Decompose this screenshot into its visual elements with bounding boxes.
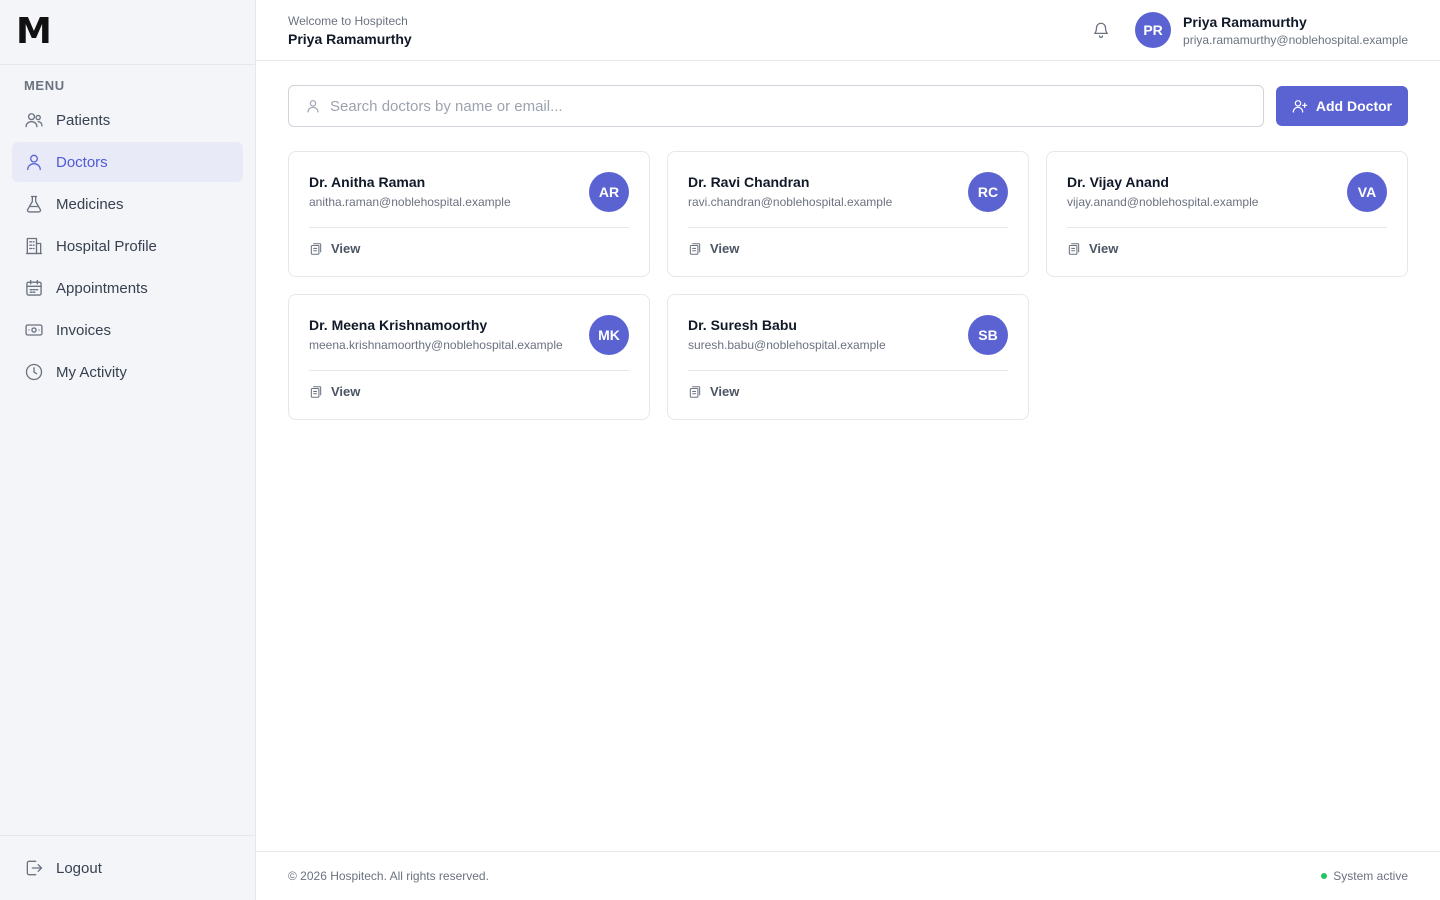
top-header: Welcome to Hospitech Priya Ramamurthy PR…	[256, 0, 1440, 61]
sidebar: M MENU Patients Doctors Medicines Hospit…	[0, 0, 256, 900]
sidebar-item-label: Hospital Profile	[56, 237, 157, 255]
avatar: AR	[589, 172, 629, 212]
avatar: VA	[1347, 172, 1387, 212]
doctor-card: Dr. Meena Krishnamoorthy meena.krishnamo…	[288, 294, 650, 420]
sidebar-item-my-activity[interactable]: My Activity	[12, 352, 243, 392]
sidebar-item-label: Medicines	[56, 195, 124, 213]
banknote-icon	[24, 320, 44, 340]
sidebar-item-invoices[interactable]: Invoices	[12, 310, 243, 350]
user-info[interactable]: Priya Ramamurthy priya.ramamurthy@nobleh…	[1183, 14, 1408, 47]
add-doctor-button[interactable]: Add Doctor	[1276, 86, 1408, 126]
add-doctor-label: Add Doctor	[1315, 98, 1393, 114]
card-text: Dr. Ravi Chandran ravi.chandran@noblehos…	[688, 172, 952, 209]
doctor-email: suresh.babu@noblehospital.example	[688, 338, 886, 352]
view-label: View	[710, 241, 740, 256]
copyright-text: © 2026 Hospitech. All rights reserved.	[288, 869, 489, 883]
card-header: Dr. Ravi Chandran ravi.chandran@noblehos…	[688, 172, 1008, 228]
view-doctor-link[interactable]: View	[688, 384, 739, 399]
avatar: SB	[968, 315, 1008, 355]
doctor-name: Dr. Vijay Anand	[1067, 174, 1169, 190]
app-logo[interactable]: M	[16, 14, 52, 50]
clipboard-icon	[688, 385, 702, 399]
sidebar-item-label: My Activity	[56, 363, 127, 381]
sidebar-item-doctors[interactable]: Doctors	[12, 142, 243, 182]
doctor-email: meena.krishnamoorthy@noblehospital.examp…	[309, 338, 563, 352]
footer: © 2026 Hospitech. All rights reserved. S…	[256, 851, 1440, 900]
sidebar-item-patients[interactable]: Patients	[12, 100, 243, 140]
users-icon	[24, 110, 44, 130]
doctor-card: Dr. Suresh Babu suresh.babu@noblehospita…	[667, 294, 1029, 420]
doctor-grid: Dr. Anitha Raman anitha.raman@noblehospi…	[288, 151, 1408, 420]
user-plus-icon	[1292, 98, 1308, 114]
doctor-card: Dr. Vijay Anand vijay.anand@noblehospita…	[1046, 151, 1408, 277]
calendar-icon	[24, 278, 44, 298]
card-text: Dr. Meena Krishnamoorthy meena.krishnamo…	[309, 315, 573, 352]
view-label: View	[1089, 241, 1119, 256]
sidebar-item-label: Patients	[56, 111, 111, 129]
card-header: Dr. Anitha Raman anitha.raman@noblehospi…	[309, 172, 629, 228]
welcome-user-name: Priya Ramamurthy	[288, 30, 412, 47]
sidebar-item-label: Appointments	[56, 279, 148, 297]
doctor-name: Dr. Suresh Babu	[688, 317, 797, 333]
logo-area: M	[0, 0, 255, 65]
card-header: Dr. Suresh Babu suresh.babu@noblehospita…	[688, 315, 1008, 371]
building-icon	[24, 236, 44, 256]
avatar: MK	[589, 315, 629, 355]
card-text: Dr. Suresh Babu suresh.babu@noblehospita…	[688, 315, 952, 352]
status-dot	[1321, 873, 1328, 879]
welcome-text: Welcome to Hospitech	[288, 13, 408, 28]
clipboard-icon	[309, 242, 323, 256]
logout-label: Logout	[56, 859, 102, 877]
view-label: View	[331, 384, 361, 399]
card-text: Dr. Anitha Raman anitha.raman@noblehospi…	[309, 172, 573, 209]
system-status: System active	[1321, 869, 1408, 883]
logout-button[interactable]: Logout	[0, 835, 255, 900]
view-doctor-link[interactable]: View	[688, 241, 739, 256]
doctor-name: Dr. Meena Krishnamoorthy	[309, 317, 488, 333]
main-content: Add Doctor Dr. Anitha Raman anitha.raman…	[288, 85, 1408, 420]
sidebar-nav: Patients Doctors Medicines Hospital Prof…	[0, 100, 255, 392]
menu-heading: MENU	[24, 78, 65, 93]
welcome-block: Welcome to Hospitech Priya Ramamurthy	[288, 14, 412, 47]
avatar: RC	[968, 172, 1008, 212]
search-input[interactable]	[330, 97, 1263, 115]
bell-icon[interactable]	[1091, 20, 1111, 40]
doctor-card: Dr. Ravi Chandran ravi.chandran@noblehos…	[667, 151, 1029, 277]
clipboard-icon	[688, 242, 702, 256]
view-doctor-link[interactable]: View	[309, 384, 360, 399]
user-icon	[24, 152, 44, 172]
sidebar-item-label: Doctors	[56, 153, 108, 171]
doctor-email: vijay.anand@noblehospital.example	[1067, 195, 1259, 209]
status-text: System active	[1333, 869, 1408, 883]
doctor-name: Dr. Anitha Raman	[309, 174, 426, 190]
doctor-card: Dr. Anitha Raman anitha.raman@noblehospi…	[288, 151, 650, 277]
logout-icon	[24, 858, 44, 878]
user-search-icon	[305, 98, 321, 114]
clipboard-icon	[309, 385, 323, 399]
doctor-email: anitha.raman@noblehospital.example	[309, 195, 511, 209]
clipboard-icon	[1067, 242, 1081, 256]
sidebar-item-hospital-profile[interactable]: Hospital Profile	[12, 226, 243, 266]
view-label: View	[710, 384, 740, 399]
view-label: View	[331, 241, 361, 256]
sidebar-item-appointments[interactable]: Appointments	[12, 268, 243, 308]
view-doctor-link[interactable]: View	[1067, 241, 1118, 256]
sidebar-item-medicines[interactable]: Medicines	[12, 184, 243, 224]
card-header: Dr. Vijay Anand vijay.anand@noblehospita…	[1067, 172, 1387, 228]
doctor-name: Dr. Ravi Chandran	[688, 174, 810, 190]
search-box[interactable]	[288, 85, 1264, 127]
header-user-area: PR Priya Ramamurthy priya.ramamurthy@nob…	[1091, 12, 1408, 48]
user-email: priya.ramamurthy@noblehospital.example	[1183, 32, 1408, 47]
card-text: Dr. Vijay Anand vijay.anand@noblehospita…	[1067, 172, 1331, 209]
flask-icon	[24, 194, 44, 214]
toolbar: Add Doctor	[288, 85, 1408, 127]
card-header: Dr. Meena Krishnamoorthy meena.krishnamo…	[309, 315, 629, 371]
avatar[interactable]: PR	[1135, 12, 1172, 48]
doctor-email: ravi.chandran@noblehospital.example	[688, 195, 893, 209]
clock-icon	[24, 362, 44, 382]
sidebar-item-label: Invoices	[56, 321, 112, 339]
user-name: Priya Ramamurthy	[1183, 13, 1307, 30]
view-doctor-link[interactable]: View	[309, 241, 360, 256]
